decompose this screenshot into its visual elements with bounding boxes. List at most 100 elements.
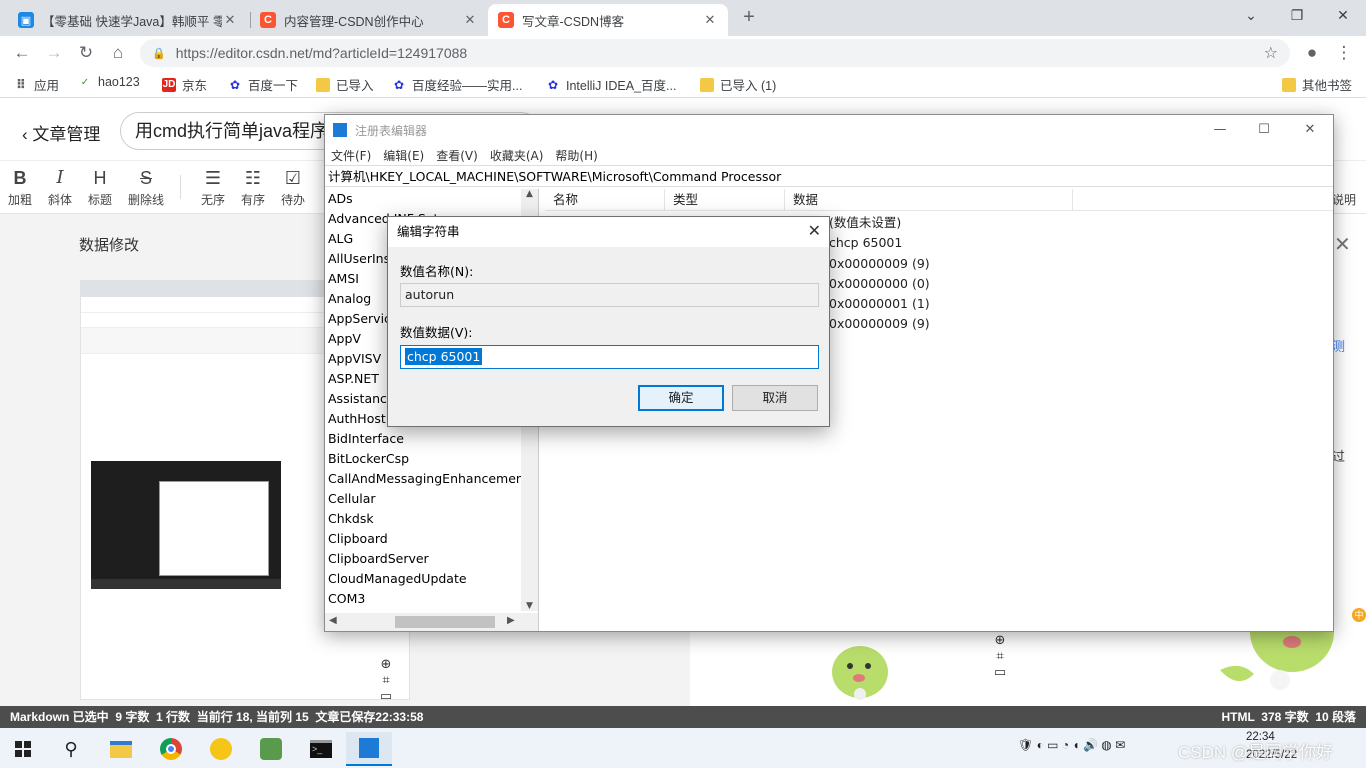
value-data[interactable]: 0x00000009 (9) [829,314,930,334]
menu-file[interactable]: 文件(F) [331,147,371,164]
browser-tab-1[interactable]: ▣ 【零基础 快速学Java】韩顺平 零 ✕ [8,4,248,36]
regedit-titlebar: 注册表编辑器 [325,115,1333,145]
tree-node[interactable]: Cellular [325,489,538,509]
minimize-chevron-icon[interactable]: ⌄ [1228,0,1274,30]
regedit-maximize-icon[interactable]: ☐ [1241,115,1287,145]
editor-status-bar: Markdown 已选中 9 字数 1 行数 当前行 18, 当前列 15 文章… [0,706,1366,728]
close-tab-icon[interactable]: ✕ [222,12,238,28]
bookmark-hao123[interactable]: ✓ hao123 [78,75,140,89]
bookmark-jd[interactable]: JD 京东 [162,75,207,94]
column-type-header[interactable]: 类型 [665,189,785,210]
tray-icons[interactable]: 🛡 ◐ ▭ ◔ ◖ 🔊 ◍ ✉ [1018,738,1125,752]
browser-toolbar: ← → ↻ ⌂ 🔒 https://editor.csdn.net/md?art… [0,36,1366,70]
scroll-down-icon[interactable]: ▼ [521,601,538,611]
profile-avatar-icon[interactable]: ● [1300,41,1324,65]
value-data[interactable]: chcp 65001 [829,233,902,253]
restore-window-icon[interactable]: ❐ [1274,0,1320,30]
bookmark-other[interactable]: 其他书签 [1282,75,1352,94]
bookmark-folder-imported[interactable]: 已导入 [316,75,374,94]
address-bar[interactable]: 🔒 https://editor.csdn.net/md?articleId=1… [140,39,1290,67]
tree-horizontal-scrollbar[interactable]: ◀ ▶ [325,613,538,631]
tree-node[interactable]: CallAndMessagingEnhancement [325,469,538,489]
tree-node[interactable]: ADs [325,189,538,209]
regedit-address-bar[interactable]: 计算机\HKEY_LOCAL_MACHINE\SOFTWARE\Microsof… [325,165,1333,187]
bold-button[interactable]: B 加粗 [0,167,40,208]
value-data-input[interactable]: chcp 65001 [400,345,819,369]
tree-node[interactable]: ClipboardServer [325,549,538,569]
close-tab-icon[interactable]: ✕ [702,12,718,28]
value-data[interactable]: 0x00000000 (0) [829,274,930,294]
regedit-close-icon[interactable]: ✕ [1287,115,1333,145]
ok-button[interactable]: 确定 [638,385,724,411]
section-heading: 数据修改 [79,237,140,254]
lock-icon[interactable]: 🔒 [152,47,166,60]
value-name-label: 数值名称(N): [400,264,474,279]
chrome-icon[interactable] [148,732,194,766]
forward-arrow-icon[interactable]: → [42,41,66,65]
browser-menu-icon[interactable]: ⋮ [1332,41,1356,65]
start-windows-icon[interactable] [0,732,46,766]
menu-edit[interactable]: 编辑(E) [383,147,424,164]
search-icon[interactable]: ⚲ [48,732,94,766]
regedit-taskbar-icon[interactable] [346,732,392,766]
bookmark-intellij[interactable]: ✿ IntelliJ IDEA_百度... [546,75,676,94]
scroll-left-icon[interactable]: ◀ [329,615,337,626]
home-icon[interactable]: ⌂ [106,41,130,65]
bookmark-apps[interactable]: ⠿ 应用 [14,75,59,94]
side-badge-icon[interactable]: 中 [1352,608,1366,622]
file-explorer-icon[interactable] [98,732,144,766]
back-arrow-icon[interactable]: ← [10,41,34,65]
value-data[interactable]: (数值未设置) [829,213,901,233]
tab-strip: ▣ 【零基础 快速学Java】韩顺平 零 ✕ C 内容管理-CSDN创作中心 ✕… [0,0,1366,36]
value-data[interactable]: 0x00000001 (1) [829,294,930,314]
menu-help[interactable]: 帮助(H) [555,147,597,164]
tree-node[interactable]: COM3 [325,589,538,609]
baidu-paw-icon: ✿ [547,77,559,92]
bookmark-baidu-jingyan[interactable]: ✿ 百度经验——实用... [392,75,522,94]
column-data-header[interactable]: 数据 [785,189,1073,210]
regedit-minimize-icon[interactable]: — [1197,115,1243,145]
toolbar-label: 删除线 [127,193,164,207]
close-tab-icon[interactable]: ✕ [462,12,478,28]
menu-view[interactable]: 查看(V) [436,147,478,164]
unordered-list-button[interactable]: ☰ 无序 [193,167,233,208]
value-name-field: autorun [400,283,819,307]
back-to-article-manage[interactable]: ‹ 文章管理 [22,120,100,145]
cmd-terminal-icon[interactable]: >_ [298,732,344,766]
browser-tab-3-active[interactable]: C 写文章-CSDN博客 ✕ [488,4,728,36]
bookmark-star-icon[interactable]: ☆ [1264,43,1278,63]
value-data[interactable]: 0x00000009 (9) [829,254,930,274]
new-tab-icon[interactable]: + [738,6,760,28]
menu-favorites[interactable]: 收藏夹(A) [490,147,544,164]
scroll-up-icon[interactable]: ▲ [521,189,538,199]
regedit-title: 注册表编辑器 [355,123,428,138]
tree-node[interactable]: BidInterface [325,429,538,449]
todo-button[interactable]: ☑ 待办 [273,167,313,208]
dialog-close-icon[interactable]: ✕ [808,221,821,240]
close-preview-icon[interactable]: ✕ [1334,232,1351,257]
tree-node[interactable]: Chkdsk [325,509,538,529]
value-data-label: 数值数据(V): [400,325,473,340]
heading-button[interactable]: H 标题 [80,167,120,208]
cancel-button[interactable]: 取消 [732,385,818,411]
column-name-header[interactable]: 名称 [545,189,665,210]
tree-node[interactable]: Clipboard [325,529,538,549]
tree-node[interactable]: CloudManagedUpdate [325,569,538,589]
app-game-icon[interactable] [248,732,294,766]
csdn-icon: C [498,12,514,28]
app-yellow-icon[interactable] [198,732,244,766]
reload-icon[interactable]: ↻ [74,41,98,65]
ordered-list-button[interactable]: ☷ 有序 [233,167,273,208]
italic-button[interactable]: I 斜体 [40,167,80,208]
scroll-right-icon[interactable]: ▶ [507,615,515,626]
browser-tab-2[interactable]: C 内容管理-CSDN创作中心 ✕ [250,4,488,36]
help-link[interactable]: 说明 [1332,191,1356,208]
tree-node[interactable]: BitLockerCsp [325,449,538,469]
bookmark-folder-imported-1[interactable]: 已导入 (1) [700,75,776,94]
tab-title: 内容管理-CSDN创作中心 [284,14,424,29]
tool-column-icon[interactable]: ⊕ ⌗ ▭ [992,632,1008,680]
bookmark-baidu[interactable]: ✿ 百度一下 [228,75,298,94]
tool-column-icon[interactable]: ⊕ ⌗ ▭ [378,656,394,704]
close-window-icon[interactable]: ✕ [1320,0,1366,30]
strikethrough-button[interactable]: S 删除线 [126,167,166,208]
